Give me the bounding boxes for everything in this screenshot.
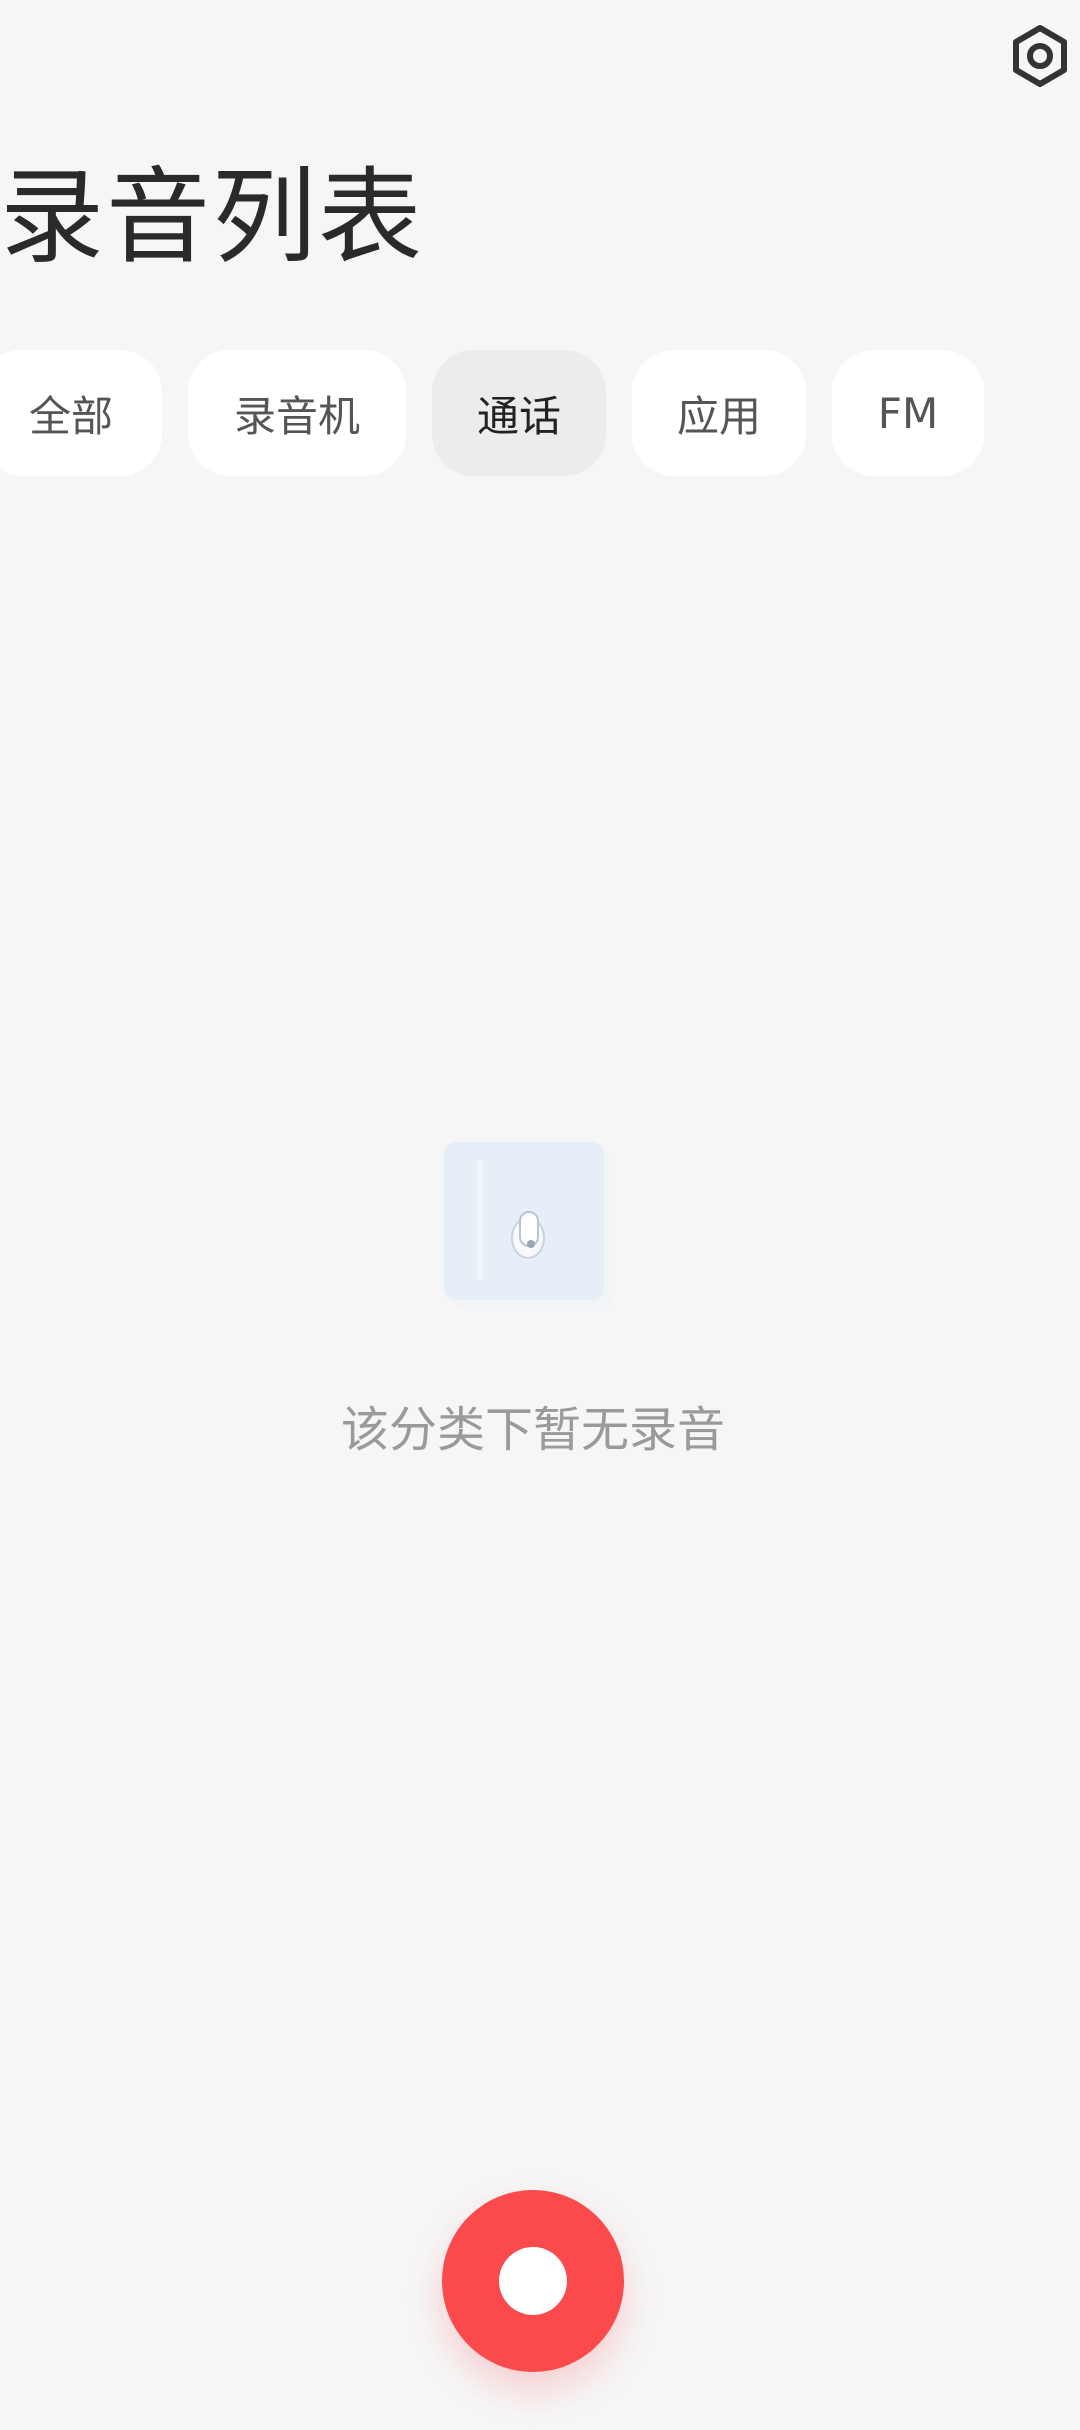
tab-fm-label: FM [877,388,939,438]
tab-fm[interactable]: FM [832,350,984,476]
tab-recorder[interactable]: 录音机 [188,350,406,476]
settings-hexagon-icon [1013,25,1067,87]
tab-recorder-label: 录音机 [233,391,360,441]
recordings-screen: 录音列表 全部 录音机 通话 应用 FM 该分类下暂无录音 [0,0,1080,2430]
record-button[interactable] [442,2190,624,2372]
tab-all-label: 全部 [28,391,113,441]
tab-apps-label: 应用 [676,391,761,441]
tab-all[interactable]: 全部 [0,350,162,476]
tab-apps[interactable]: 应用 [632,350,806,476]
tab-calls-label: 通话 [476,391,561,441]
page-title: 录音列表 [0,156,425,278]
empty-state-message: 该分类下暂无录音 [340,1402,725,1458]
settings-button[interactable] [1004,20,1076,92]
record-icon [499,2247,567,2315]
tab-calls[interactable]: 通话 [432,350,606,476]
empty-recording-icon [444,1142,614,1310]
